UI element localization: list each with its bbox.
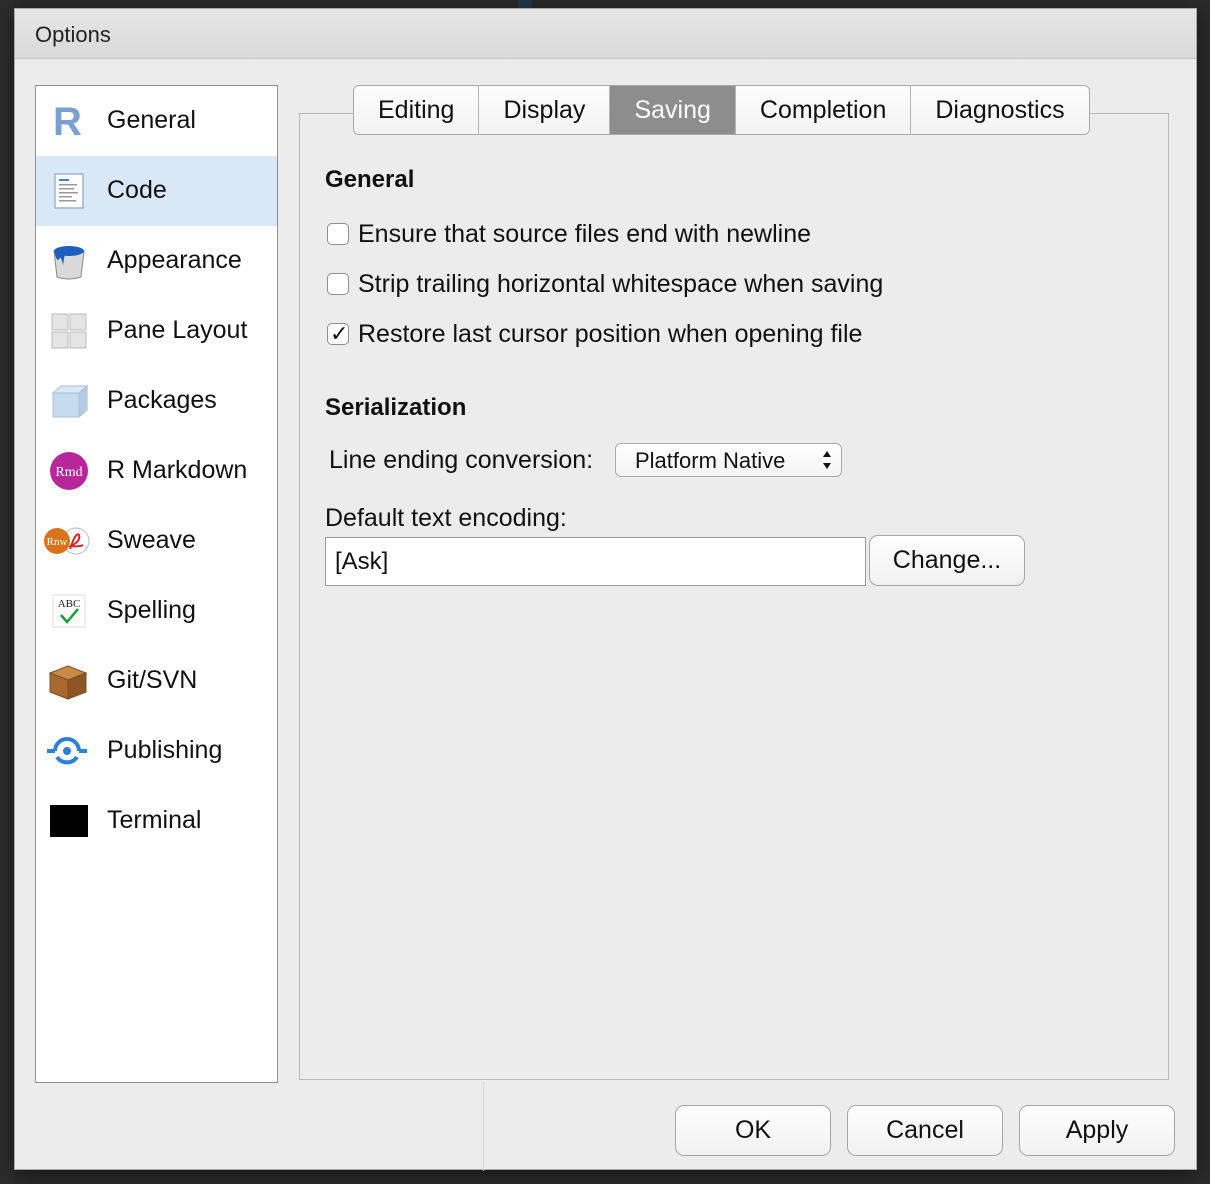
window-title: Options — [35, 22, 111, 47]
sidebar-item-git-svn[interactable]: Git/SVN — [36, 646, 277, 716]
tab-diagnostics[interactable]: Diagnostics — [911, 86, 1089, 134]
options-dialog: Options R General Code Appearance Pane L… — [14, 8, 1197, 1171]
sidebar-item-pane-layout[interactable]: Pane Layout — [36, 296, 277, 366]
sidebar-item-label: Pane Layout — [107, 316, 248, 344]
tab-saving[interactable]: Saving — [610, 86, 736, 134]
terminal-icon — [50, 805, 88, 837]
option-label: Restore last cursor position when openin… — [358, 319, 863, 348]
tab-completion[interactable]: Completion — [735, 86, 912, 134]
sidebar-item-publishing[interactable]: Publishing — [36, 716, 277, 786]
sidebar-item-terminal[interactable]: Terminal — [36, 786, 277, 856]
sidebar-item-label: Git/SVN — [107, 666, 198, 694]
sidebar-item-label: General — [107, 106, 196, 134]
spellcheck-icon: ABC — [52, 594, 86, 628]
package-cube-icon — [51, 384, 89, 419]
tab-display[interactable]: Display — [479, 86, 611, 134]
general-section-title: General — [325, 166, 415, 193]
restore-cursor-checkbox[interactable]: ✓ — [327, 321, 349, 346]
cancel-button[interactable]: Cancel — [847, 1105, 1003, 1156]
option-restore-cursor: ✓ Restore last cursor position when open… — [327, 319, 862, 349]
option-ensure-newline: Ensure that source files end with newlin… — [327, 219, 811, 249]
sidebar-item-appearance[interactable]: Appearance — [36, 226, 277, 296]
checkmark-icon: ✓ — [330, 321, 349, 346]
sidebar-item-label: Terminal — [107, 806, 202, 834]
background-editor-strip — [518, 0, 532, 8]
svg-text:Rnw: Rnw — [47, 536, 68, 548]
options-sidebar: R General Code Appearance Pane Layout Pa… — [35, 85, 278, 1083]
option-strip-whitespace: Strip trailing horizontal whitespace whe… — [327, 269, 883, 299]
background-editor-strip — [0, 0, 14, 1184]
line-ending-select[interactable]: Platform Native — [615, 443, 842, 477]
sidebar-item-sweave[interactable]: Rnw Sweave — [36, 506, 277, 576]
serialization-section-title: Serialization — [325, 394, 467, 421]
ensure-newline-checkbox[interactable] — [327, 223, 349, 245]
option-label: Strip trailing horizontal whitespace whe… — [358, 269, 884, 298]
ok-button[interactable]: OK — [675, 1105, 831, 1156]
pane-grid-icon — [51, 313, 87, 349]
sidebar-item-label: Code — [107, 176, 167, 204]
sidebar-item-packages[interactable]: Packages — [36, 366, 277, 436]
sidebar-item-label: Sweave — [107, 526, 196, 554]
sidebar-item-general[interactable]: R General — [36, 86, 277, 156]
line-ending-value: Platform Native — [635, 448, 786, 473]
sidebar-item-code[interactable]: Code — [36, 156, 277, 226]
encoding-label: Default text encoding: — [325, 504, 567, 532]
sidebar-item-label: Appearance — [107, 246, 242, 274]
saving-settings-panel — [299, 113, 1169, 1080]
change-encoding-button[interactable]: Change... — [869, 535, 1025, 586]
select-arrows-icon — [823, 451, 831, 469]
encoding-field[interactable] — [325, 537, 866, 586]
background-editor-strip — [1197, 0, 1210, 1184]
apply-button[interactable]: Apply — [1019, 1105, 1175, 1156]
rmd-icon: Rmd — [50, 452, 88, 490]
tab-editing[interactable]: Editing — [354, 86, 480, 134]
sweave-pdf-icon: Rnw — [44, 527, 90, 555]
options-tabs: Editing Display Saving Completion Diagno… — [353, 85, 1090, 135]
footer-divider — [483, 1081, 484, 1171]
sidebar-item-label: Spelling — [107, 596, 196, 624]
paint-bucket-icon — [53, 246, 85, 280]
line-ending-label: Line ending conversion: — [329, 446, 594, 474]
code-document-icon — [54, 173, 84, 209]
sidebar-item-label: Packages — [107, 386, 217, 414]
svg-text:R: R — [53, 101, 82, 141]
sidebar-item-r-markdown[interactable]: Rmd R Markdown — [36, 436, 277, 506]
r-logo-icon: R — [53, 101, 82, 141]
sidebar-item-label: R Markdown — [107, 456, 248, 484]
strip-whitespace-checkbox[interactable] — [327, 273, 349, 295]
cardboard-box-icon — [48, 665, 88, 700]
option-label: Ensure that source files end with newlin… — [358, 219, 812, 248]
sidebar-item-label: Publishing — [107, 736, 223, 764]
svg-text:ABC: ABC — [58, 598, 81, 610]
title-bar: Options — [15, 9, 1196, 59]
publish-icon — [47, 737, 87, 765]
sidebar-item-spelling[interactable]: ABC Spelling — [36, 576, 277, 646]
svg-text:Rmd: Rmd — [55, 465, 82, 480]
